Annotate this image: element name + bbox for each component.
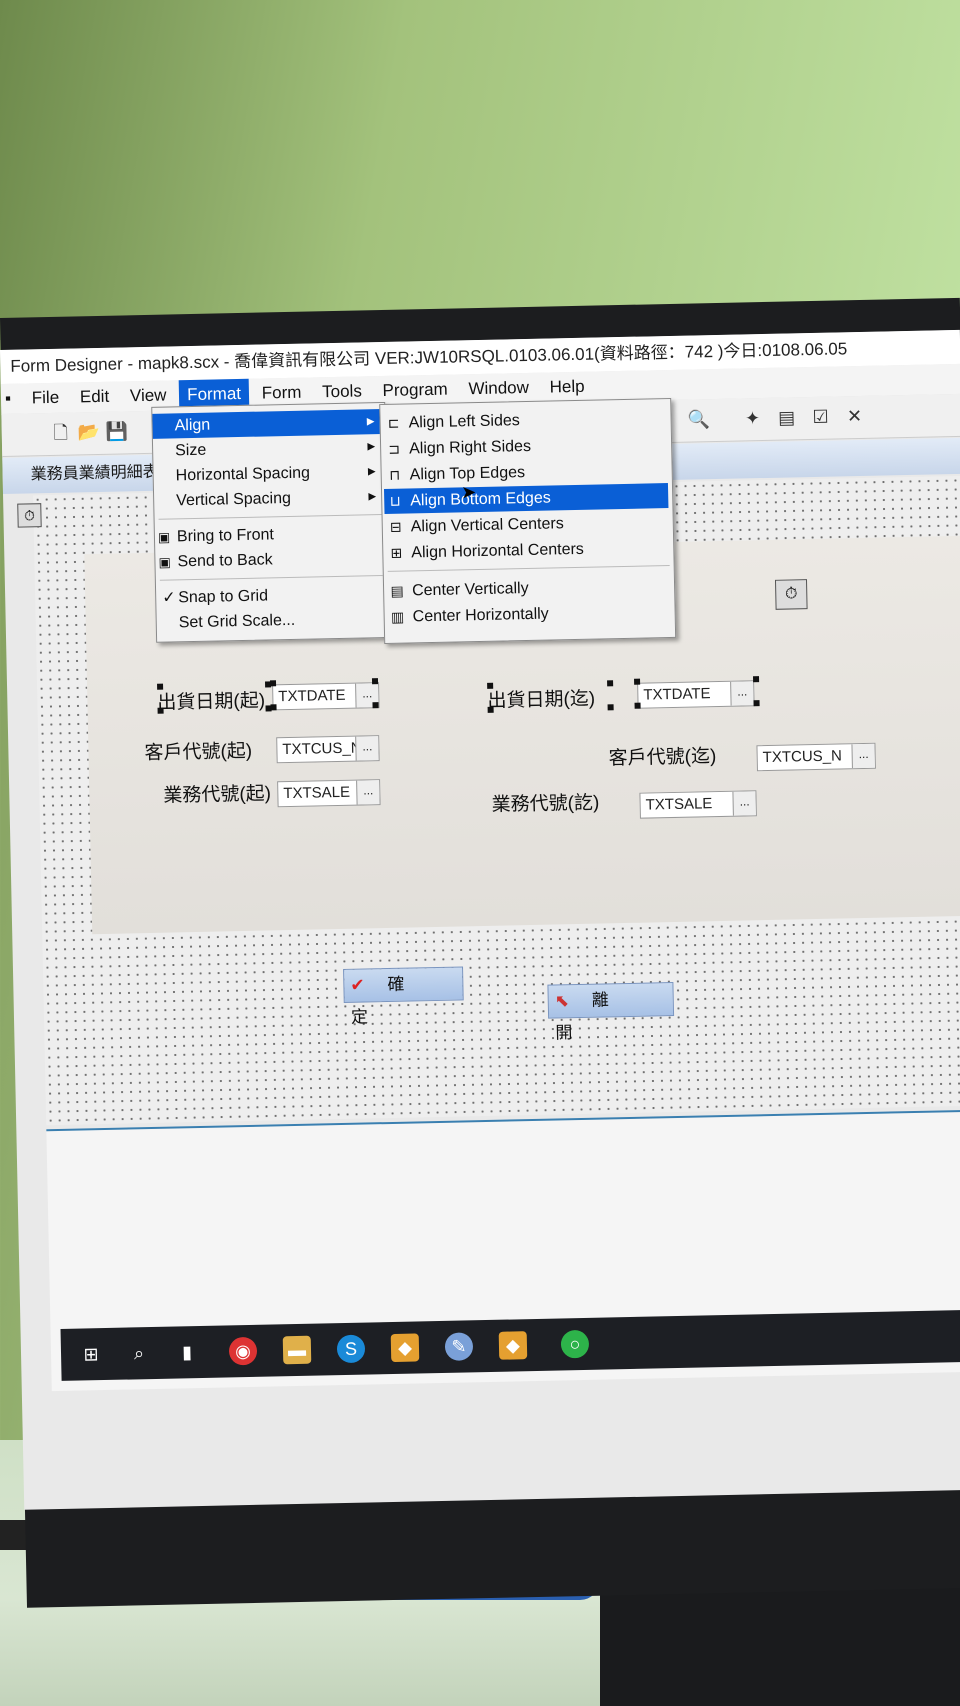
- submenu-arrow-icon: ▶: [367, 466, 376, 478]
- customer-code-from-lookup[interactable]: ...: [355, 736, 379, 761]
- sales-code-from-label: 業務代號(起): [163, 783, 272, 807]
- windows-start-icon[interactable]: ⊞: [77, 1340, 106, 1369]
- align-left-icon: ⊏: [387, 414, 400, 431]
- ship-date-from-value: TXTDATE: [278, 686, 346, 706]
- menu-separator: [158, 514, 383, 520]
- timer-icon[interactable]: ⏱: [17, 503, 42, 528]
- customer-code-to-lookup[interactable]: ...: [851, 743, 875, 769]
- sales-code-to-input[interactable]: TXTSALE ...: [639, 790, 757, 819]
- bring-to-front-label: Bring to Front: [176, 526, 275, 546]
- checkmark-icon: ✓: [162, 589, 176, 607]
- align-vcenter-icon: ⊟: [389, 518, 402, 535]
- set-grid-scale-label: Set Grid Scale...: [178, 611, 296, 632]
- report-icon[interactable]: ▤: [775, 406, 797, 428]
- submenu-arrow-icon: ▶: [367, 441, 376, 453]
- align-submenu: ⊏ Align Left Sides ⊐ Align Right Sides ⊓…: [379, 397, 677, 645]
- menu-edit[interactable]: Edit: [72, 382, 118, 413]
- form-wizard-icon[interactable]: ✦: [741, 407, 763, 429]
- align-bottom-icon: ⊔: [389, 492, 401, 509]
- ok-button[interactable]: ✔ 確 定: [343, 966, 464, 1027]
- send-to-back-icon: ▣: [158, 554, 171, 570]
- sales-code-to-label: 業務代號(訖): [491, 792, 600, 816]
- submenu-arrow-icon: ▶: [366, 416, 375, 428]
- menu-separator: [387, 565, 670, 572]
- menu-help[interactable]: Help: [541, 372, 593, 403]
- align-left-sides-label: Align Left Sides: [408, 412, 520, 432]
- ship-date-to-lookup[interactable]: ...: [730, 681, 754, 706]
- file-explorer-icon[interactable]: ▬: [282, 1335, 312, 1365]
- menu-file[interactable]: File: [23, 383, 67, 414]
- center-vertical-icon: ▤: [390, 582, 404, 599]
- ship-date-from-input[interactable]: TXTDATE ...: [272, 682, 380, 711]
- customer-code-to-input[interactable]: TXTCUS_N ...: [756, 742, 876, 772]
- snap-to-grid-label: Snap to Grid: [178, 587, 269, 607]
- search-icon[interactable]: ⌕: [125, 1339, 154, 1368]
- foxpro-icon-2[interactable]: ◆: [498, 1331, 528, 1360]
- format-menu: Align ▶ Size ▶ Horizontal Spacing ▶ Vert…: [151, 401, 391, 643]
- ship-date-to-input[interactable]: TXTDATE ...: [637, 680, 755, 709]
- sales-code-from-value: TXTSALE: [283, 783, 351, 803]
- center-vertically-label: Center Vertically: [411, 579, 529, 600]
- customer-code-from-value: TXTCUS_N: [282, 739, 362, 759]
- align-bottom-edges-label: Align Bottom Edges: [410, 489, 551, 510]
- format-align-label: Align: [174, 416, 211, 435]
- screen: Form Designer - mapk8.scx - 喬偉資訊有限公司 VER…: [0, 329, 960, 1510]
- format-size-label: Size: [174, 441, 207, 460]
- checkmark-icon: ✔: [350, 975, 365, 995]
- customer-code-from-input[interactable]: TXTCUS_N ...: [276, 735, 380, 764]
- center-horizontally-label: Center Horizontally: [412, 605, 549, 626]
- ship-date-to-value: TXTDATE: [643, 685, 711, 704]
- menu-separator: [159, 575, 384, 581]
- sales-code-to-lookup[interactable]: ...: [732, 791, 756, 816]
- wall-background: [0, 0, 960, 340]
- skype-icon[interactable]: S: [336, 1334, 366, 1364]
- preview-icon[interactable]: 🔍: [687, 408, 710, 430]
- align-right-icon: ⊐: [388, 440, 401, 457]
- customer-code-to-label: 客戶代號(迄): [608, 746, 717, 770]
- checklist-icon[interactable]: ☑: [809, 406, 831, 428]
- task-view-icon[interactable]: ▮: [173, 1338, 202, 1367]
- ship-date-to-label: 出貨日期(迄): [487, 688, 596, 712]
- ship-date-from-label: 出貨日期(起): [157, 690, 266, 714]
- sales-code-from-input[interactable]: TXTSALE ...: [277, 779, 381, 808]
- send-to-back-label: Send to Back: [177, 551, 273, 571]
- align-vertical-centers-label: Align Vertical Centers: [410, 515, 564, 536]
- chrome-icon[interactable]: ◉: [228, 1336, 258, 1366]
- center-horizontal-icon: ▥: [390, 608, 405, 625]
- align-right-sides-label: Align Right Sides: [408, 437, 532, 458]
- menu-program[interactable]: Program: [374, 374, 456, 406]
- format-vspacing-label: Vertical Spacing: [176, 489, 292, 510]
- customer-code-to-value: TXTCUS_N: [762, 747, 843, 767]
- new-file-icon[interactable]: 🗋: [50, 422, 72, 444]
- line-icon[interactable]: ○: [560, 1329, 590, 1359]
- submenu-arrow-icon: ▶: [368, 491, 377, 503]
- app-icon: ▪: [4, 388, 12, 408]
- tools-icon[interactable]: ✕: [843, 405, 865, 427]
- bring-to-front-icon: ▣: [157, 529, 171, 545]
- save-icon[interactable]: 💾: [106, 420, 129, 442]
- set-grid-scale-item[interactable]: Set Grid Scale...: [156, 606, 388, 636]
- customer-code-from-label: 客戶代號(起): [144, 740, 253, 765]
- paint-icon[interactable]: ✎: [444, 1332, 474, 1361]
- format-vspacing-item[interactable]: Vertical Spacing ▶: [154, 484, 386, 514]
- align-hcenter-icon: ⊞: [390, 544, 403, 561]
- menu-window[interactable]: Window: [460, 373, 537, 405]
- send-to-back-item[interactable]: ▣ Send to Back: [155, 545, 387, 575]
- exit-arrow-icon: ⬉: [554, 991, 570, 1011]
- exit-button[interactable]: ⬉ 離 開: [547, 982, 675, 1043]
- center-horizontally-item[interactable]: ▥ Center Horizontally: [386, 599, 670, 630]
- align-top-icon: ⊓: [389, 466, 401, 483]
- mouse-cursor-icon: ➤: [460, 482, 477, 503]
- sales-code-to-value: TXTSALE: [645, 795, 713, 814]
- form-tab-label: 業務員業績明細表: [30, 463, 159, 484]
- open-folder-icon[interactable]: 📂: [78, 421, 101, 443]
- align-horizontal-centers-label: Align Horizontal Centers: [411, 540, 585, 562]
- foxpro-icon[interactable]: ◆: [390, 1333, 420, 1363]
- format-hspacing-label: Horizontal Spacing: [175, 464, 311, 485]
- align-horizontal-centers-item[interactable]: ⊞ Align Horizontal Centers: [385, 535, 669, 566]
- timer-control-icon[interactable]: ⏱: [774, 579, 808, 610]
- sales-code-from-lookup[interactable]: ...: [356, 780, 380, 805]
